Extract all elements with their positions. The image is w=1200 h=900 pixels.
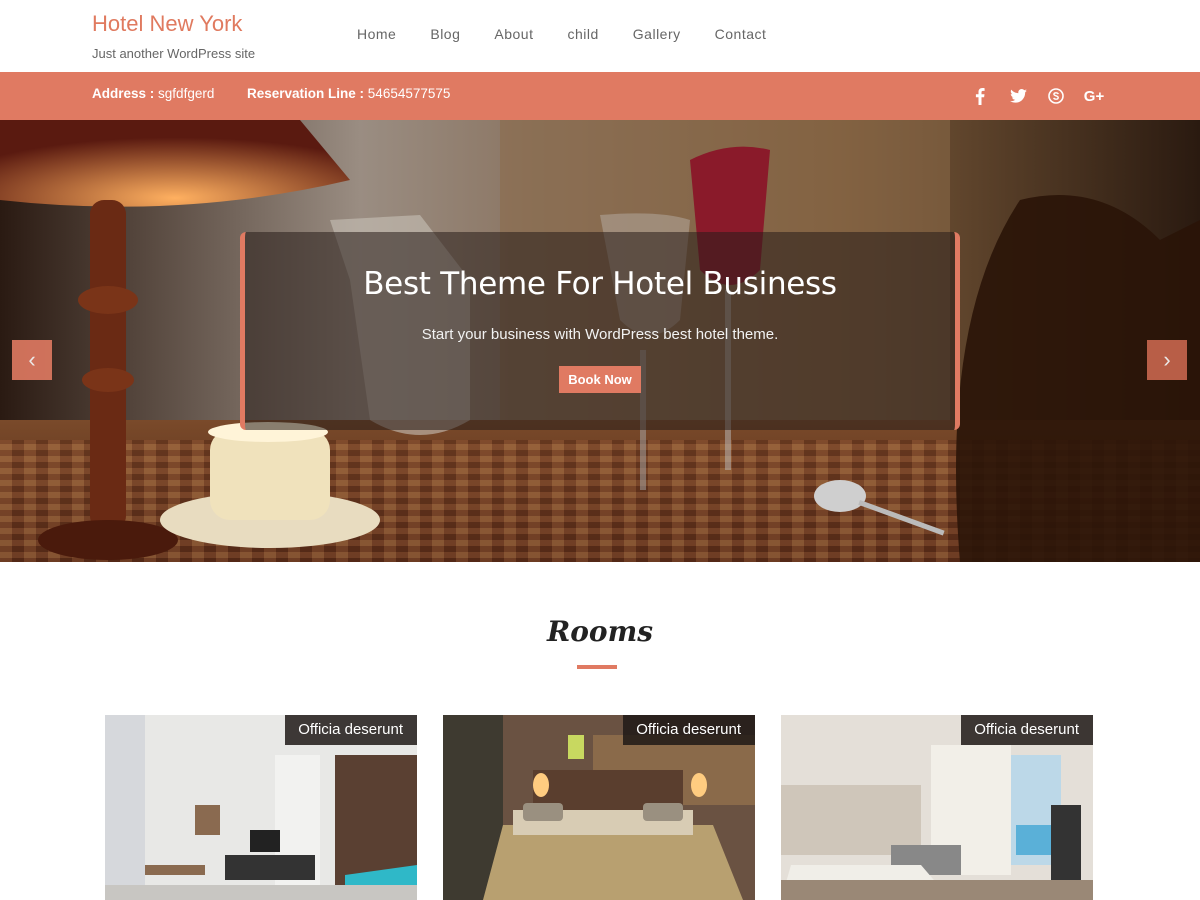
address-value: sgfdfgerd xyxy=(158,86,215,101)
nav-item-home[interactable]: Home xyxy=(357,26,396,42)
chevron-left-icon: ‹ xyxy=(28,347,36,372)
rooms-heading-divider xyxy=(577,665,617,669)
reservation-info: Reservation Line : 54654577575 xyxy=(247,86,450,101)
room-title: Officia deserunt xyxy=(961,715,1093,745)
reservation-label: Reservation Line : xyxy=(247,86,365,101)
address-info: Address : sgfdfgerd xyxy=(92,86,214,101)
site-header: Hotel New York Just another WordPress si… xyxy=(0,0,1200,72)
room-title: Officia deserunt xyxy=(285,715,417,745)
rooms-heading: Rooms xyxy=(546,615,653,648)
nav-item-child[interactable]: child xyxy=(567,26,598,42)
slide-caption: Best Theme For Hotel Business Start your… xyxy=(240,232,960,430)
address-label: Address : xyxy=(92,86,155,101)
site-title[interactable]: Hotel New York xyxy=(92,11,242,37)
google-plus-icon[interactable]: G+ xyxy=(1084,86,1104,106)
nav-item-gallery[interactable]: Gallery xyxy=(633,26,681,42)
slider-prev-button[interactable]: ‹ xyxy=(12,340,52,380)
room-card[interactable]: Officia deserunt xyxy=(105,715,417,900)
site-description: Just another WordPress site xyxy=(92,46,256,61)
facebook-icon[interactable] xyxy=(970,86,990,106)
info-bar: Address : sgfdfgerd Reservation Line : 5… xyxy=(0,72,1200,120)
nav-item-contact[interactable]: Contact xyxy=(715,26,767,42)
nav-item-blog[interactable]: Blog xyxy=(430,26,460,42)
hero-slider: Best Theme For Hotel Business Start your… xyxy=(0,120,1200,562)
reservation-value: 54654577575 xyxy=(367,86,451,101)
slide-subtitle: Start your business with WordPress best … xyxy=(421,326,779,343)
social-links: G+ xyxy=(970,86,1104,106)
room-card[interactable]: Officia deserunt xyxy=(443,715,755,900)
twitter-icon[interactable] xyxy=(1008,86,1028,106)
skype-icon[interactable] xyxy=(1046,86,1066,106)
main-nav: Home Blog About child Gallery Contact xyxy=(340,26,783,42)
book-now-button[interactable]: Book Now xyxy=(559,366,641,393)
room-card[interactable]: Officia deserunt xyxy=(781,715,1093,900)
slider-next-button[interactable]: › xyxy=(1147,340,1187,380)
slide-title: Best Theme For Hotel Business xyxy=(363,266,837,302)
nav-item-about[interactable]: About xyxy=(494,26,533,42)
chevron-right-icon: › xyxy=(1163,347,1171,372)
room-title: Officia deserunt xyxy=(623,715,755,745)
